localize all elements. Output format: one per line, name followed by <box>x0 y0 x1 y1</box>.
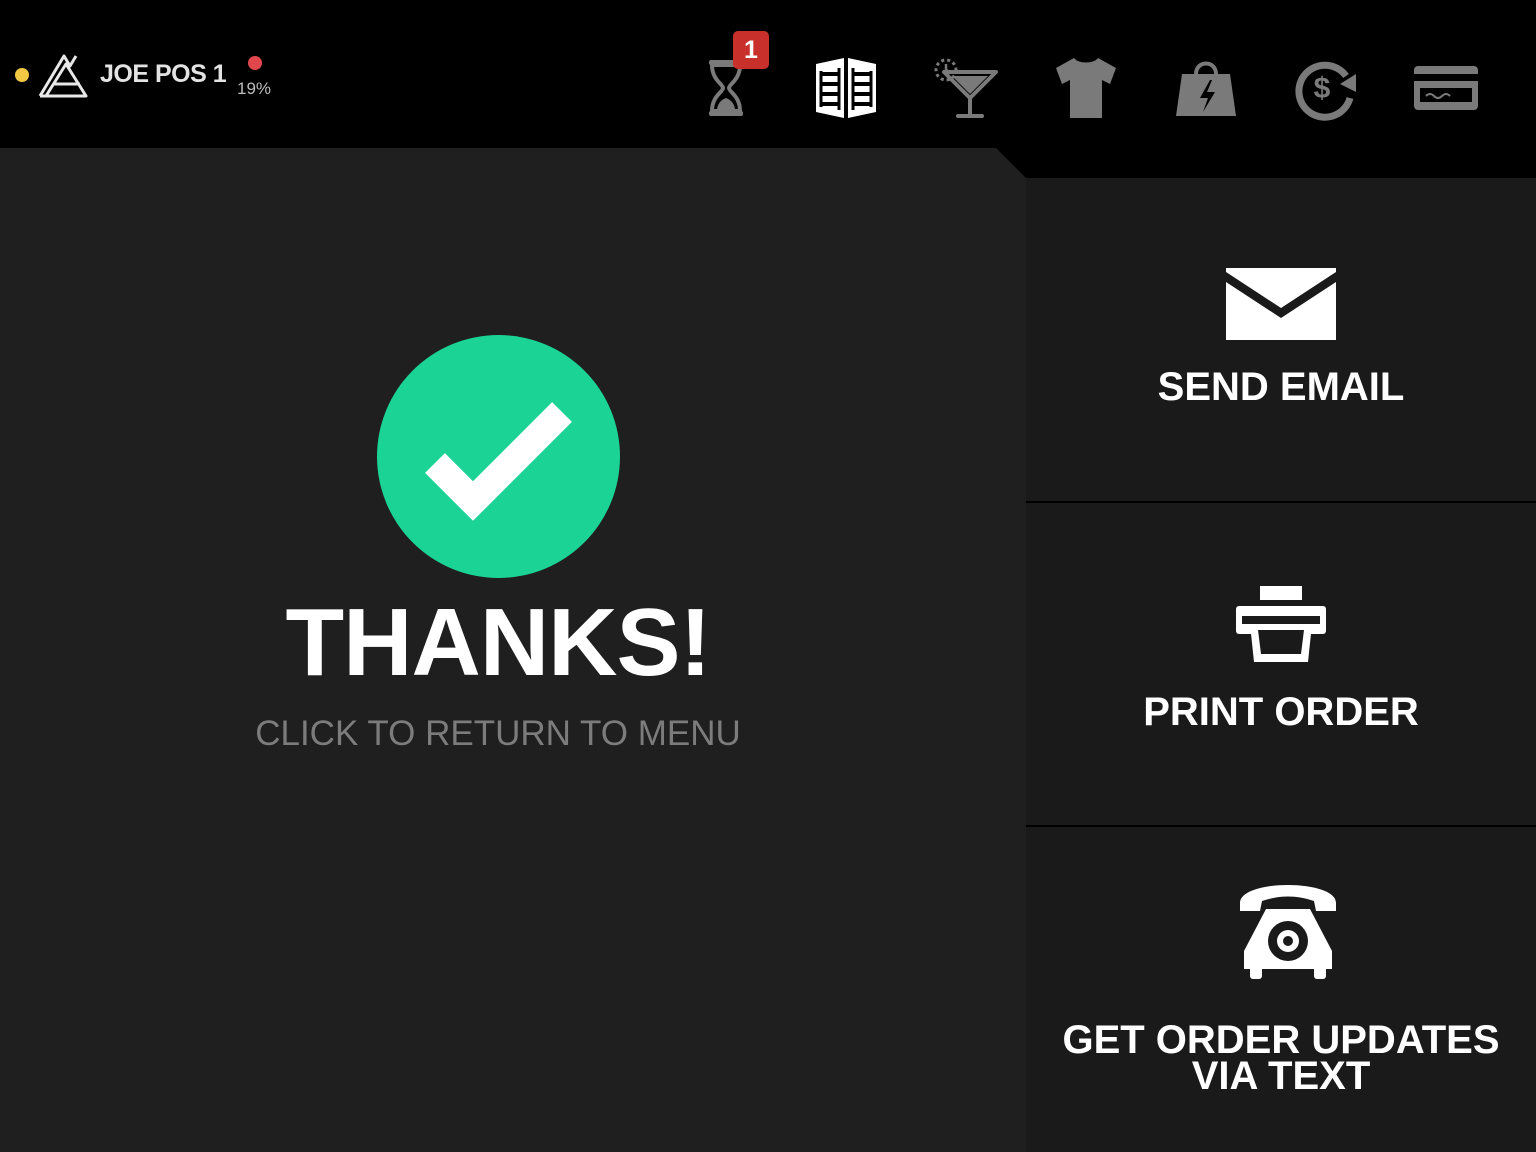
battery-indicator-dot <box>248 56 262 70</box>
printer-icon <box>1236 586 1326 664</box>
panel-separator <box>996 148 1026 1152</box>
envelope-icon <box>1226 268 1336 340</box>
return-to-menu-area[interactable]: THANKS! CLICK TO RETURN TO MENU <box>0 148 996 1152</box>
top-bar: JOE POS 1 19% 1 $ <box>0 0 1536 148</box>
svg-text:$: $ <box>1314 72 1331 105</box>
battery-percent: 19% <box>237 79 272 98</box>
credit-card-icon[interactable] <box>1410 52 1482 124</box>
print-order-label: PRINT ORDER <box>1143 690 1419 734</box>
happy-hour-cocktail-icon[interactable] <box>930 52 1002 124</box>
return-to-menu-hint: CLICK TO RETURN TO MENU <box>255 714 741 753</box>
text-updates-button[interactable]: GET ORDER UPDATES VIA TEXT <box>1026 827 1536 1152</box>
panel-notch <box>996 148 1026 178</box>
send-email-button[interactable]: SEND EMAIL <box>1026 178 1536 501</box>
print-order-button[interactable]: PRINT ORDER <box>1026 503 1536 825</box>
pending-orders-badge: 1 <box>733 31 769 69</box>
text-updates-label-line2: VIA TEXT <box>1191 1054 1371 1098</box>
send-email-label: SEND EMAIL <box>1157 365 1405 409</box>
device-name: JOE POS 1 <box>100 60 227 88</box>
quick-bag-icon[interactable] <box>1170 52 1242 124</box>
refund-icon[interactable]: $ <box>1290 52 1362 124</box>
app-logo-icon <box>36 52 90 100</box>
menu-book-icon[interactable] <box>810 52 882 124</box>
connection-status-dot <box>15 68 29 82</box>
telephone-icon <box>1236 877 1340 981</box>
thanks-title: THANKS! <box>285 589 712 696</box>
tshirt-icon[interactable] <box>1050 52 1122 124</box>
checkmark-circle-icon <box>377 335 620 578</box>
